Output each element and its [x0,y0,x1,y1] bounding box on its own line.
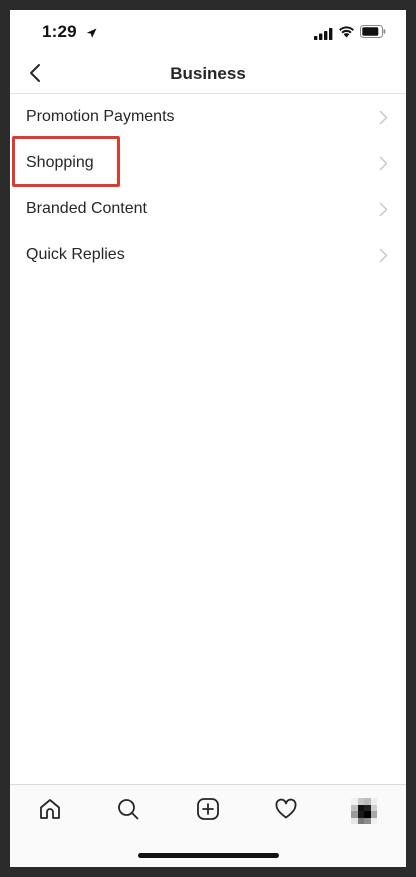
home-indicator-area [10,834,406,867]
add-post-icon [196,797,220,826]
heart-icon [274,797,298,826]
bottom-tab-bar [10,784,406,834]
chevron-right-icon [379,156,388,176]
wifi-icon [338,25,355,43]
menu-item-label: Shopping [26,154,94,171]
chevron-right-icon [379,248,388,268]
battery-icon [360,25,386,43]
page-title: Business [170,64,246,83]
menu-item-branded-content[interactable]: Branded Content [10,186,406,232]
status-bar: 1:29 [10,10,406,54]
tab-home[interactable] [36,797,64,825]
tab-activity[interactable] [272,797,300,825]
tab-profile[interactable] [350,797,378,825]
search-icon [116,797,140,826]
chevron-right-icon [379,202,388,222]
phone-screen: 1:29 Business Promotion Payments Shoppin… [10,10,406,867]
menu-item-quick-replies[interactable]: Quick Replies [10,232,406,278]
menu-item-shopping[interactable]: Shopping [10,140,406,186]
menu-item-promotion-payments[interactable]: Promotion Payments [10,94,406,140]
menu-item-label: Promotion Payments [26,108,175,125]
navigation-bar: Business [10,54,406,94]
tab-new-post[interactable] [194,797,222,825]
menu-item-label: Branded Content [26,200,147,217]
status-time: 1:29 [42,22,77,41]
cellular-signal-icon [314,27,333,45]
menu-item-label: Quick Replies [26,246,125,263]
home-icon [38,797,62,826]
business-settings-list: Promotion Payments Shopping Branded Cont… [10,94,406,278]
device-frame: 1:29 Business Promotion Payments Shoppin… [0,0,416,877]
home-indicator[interactable] [138,853,279,858]
tab-search[interactable] [114,797,142,825]
location-arrow-icon [86,26,97,44]
chevron-right-icon [379,110,388,130]
profile-avatar [351,798,377,824]
